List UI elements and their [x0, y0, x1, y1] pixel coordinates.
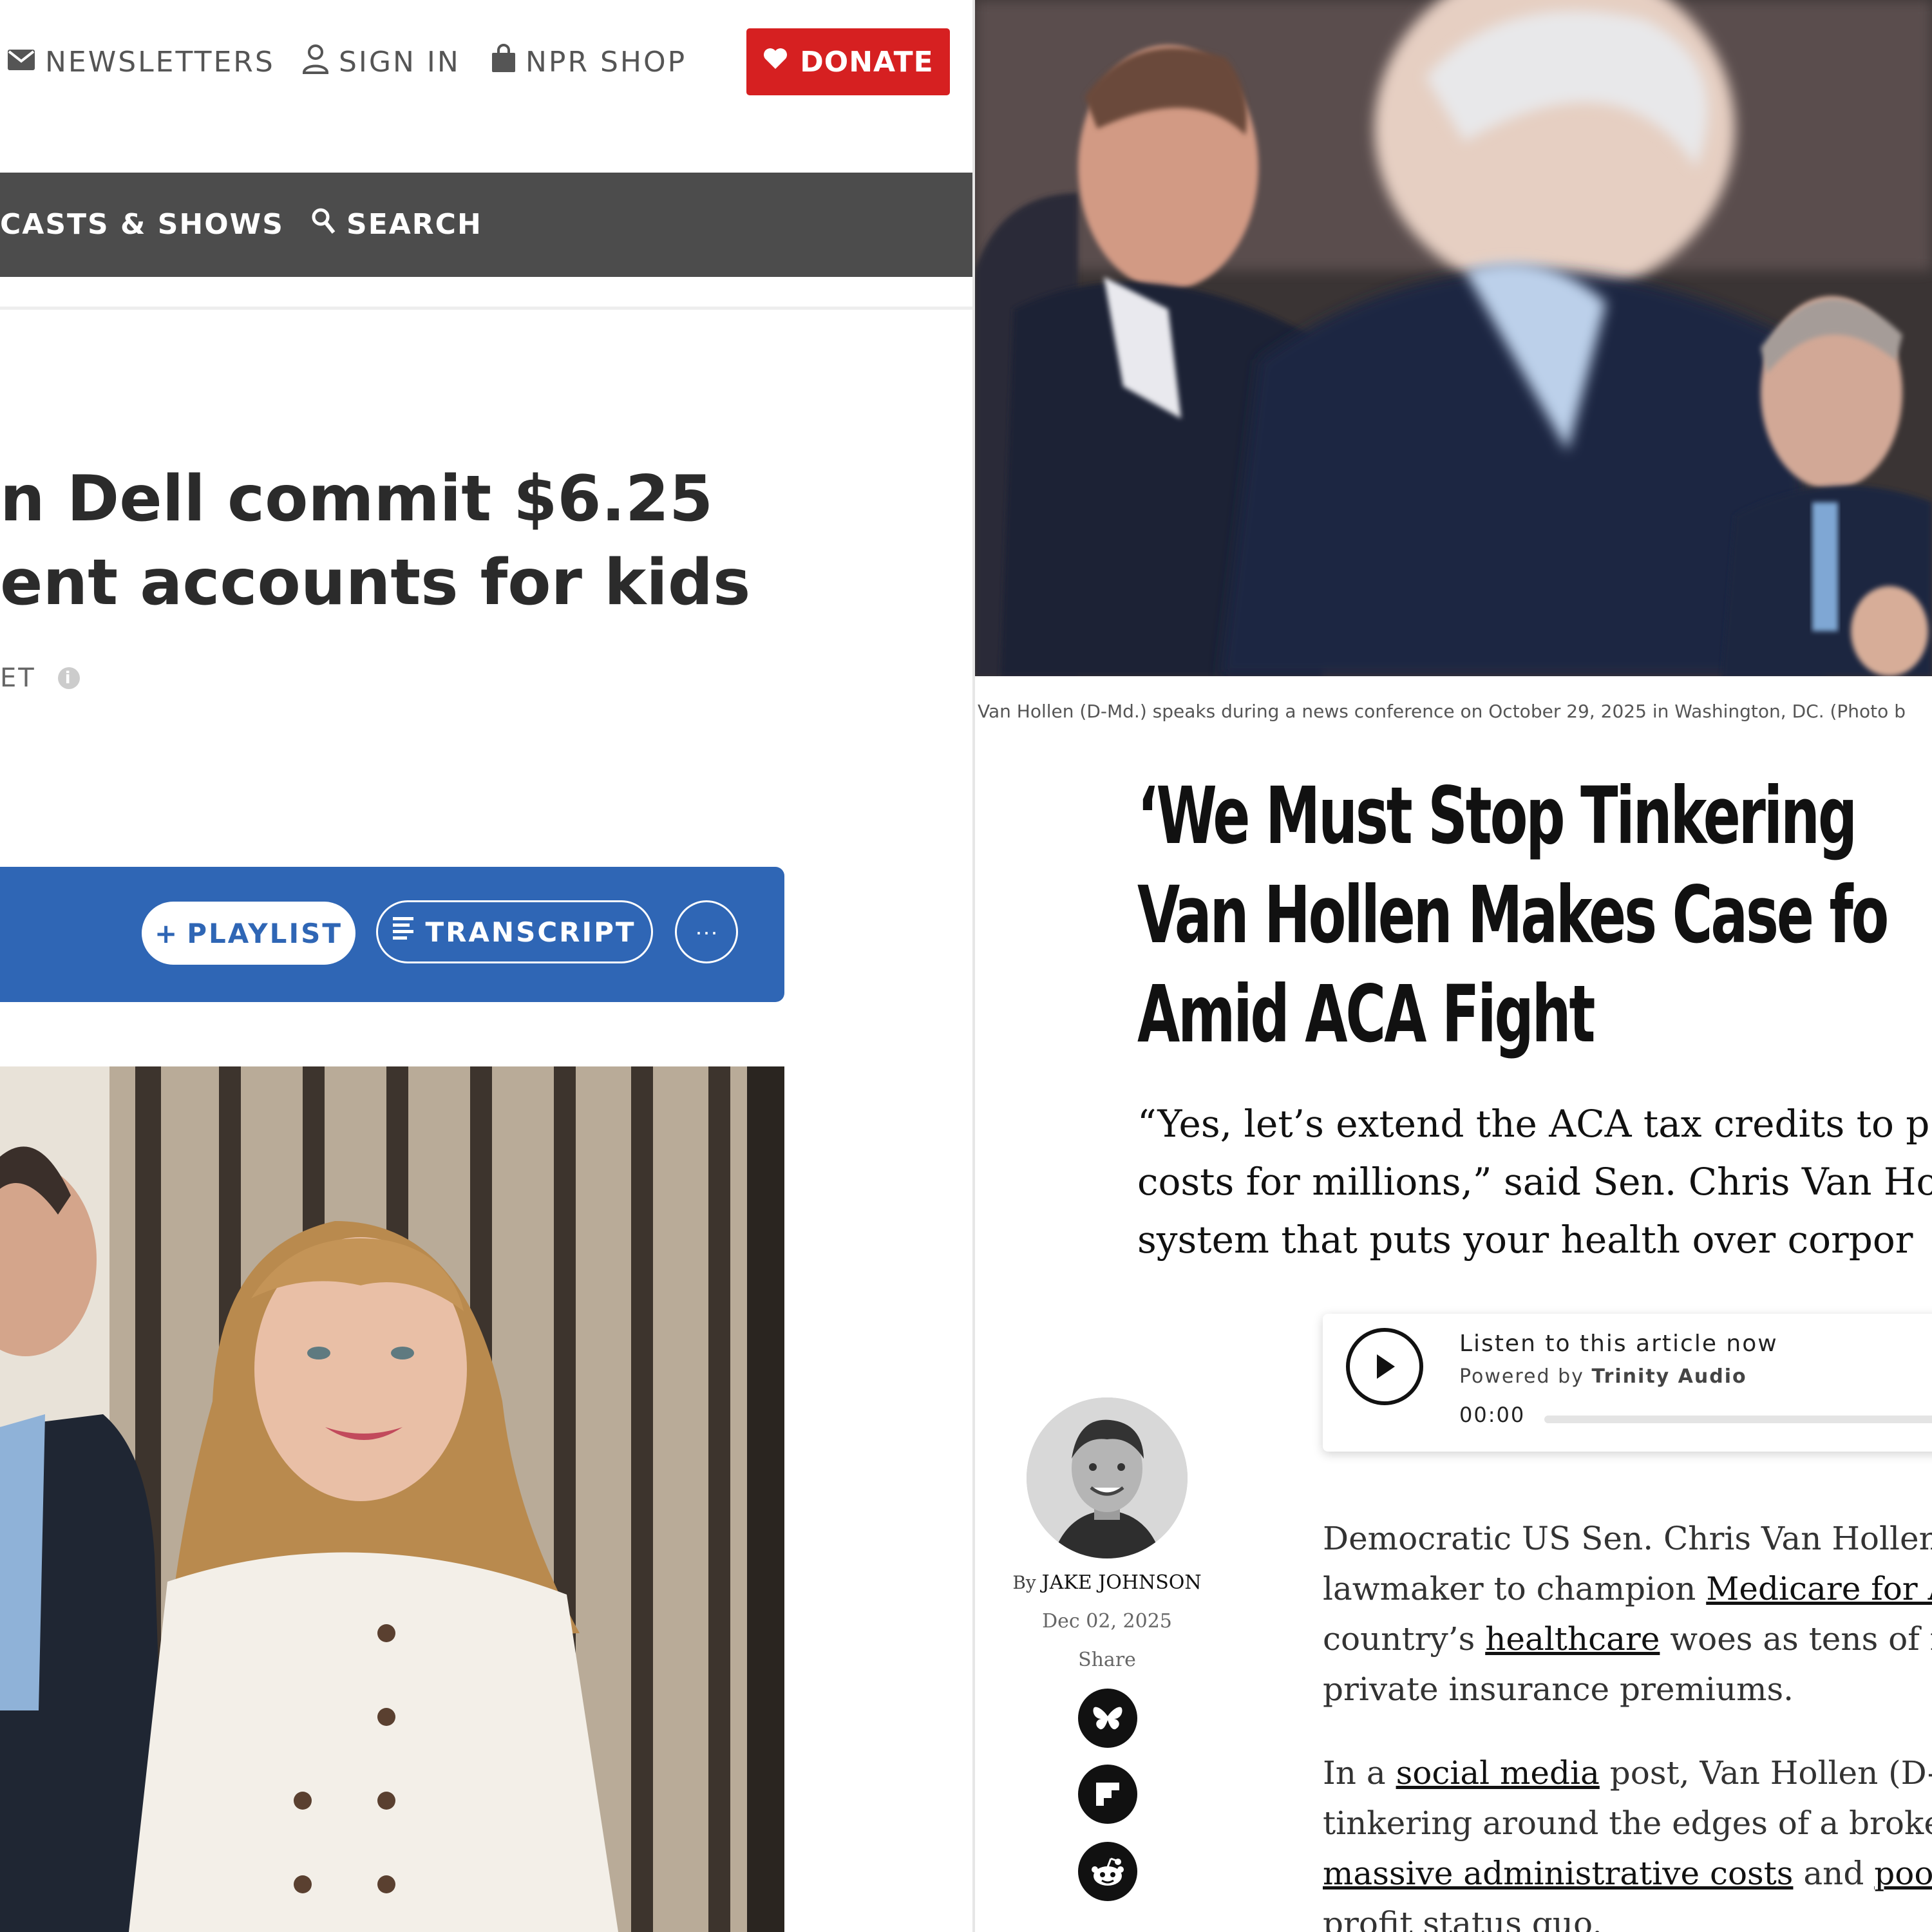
flipboard-icon: [1096, 1783, 1119, 1806]
playlist-label: PLAYLIST: [187, 917, 343, 949]
body-paragraph-1: Democratic US Sen. Chris Van Hollen or l…: [1323, 1513, 1932, 1714]
add-to-playlist-button[interactable]: + PLAYLIST: [142, 902, 355, 965]
commondreams-article-headline: ‘We Must Stop Tinkering Van Hollen Makes…: [1137, 766, 1889, 1064]
social-media-link[interactable]: social media: [1396, 1754, 1600, 1792]
npr-dateline: ET i: [0, 663, 80, 693]
byline: By JAKE JOHNSON: [975, 1571, 1239, 1594]
heart-icon: [762, 47, 788, 77]
publish-date: Dec 02, 2025: [1042, 1610, 1172, 1633]
nav-search-label: SEARCH: [346, 207, 482, 241]
envelope-icon: [6, 46, 36, 79]
npr-browser-pane: NEWSLETTERS SIGN IN NPR SHOP DONATE CAST…: [0, 0, 972, 1932]
cd-headline-line-2: Van Hollen Makes Case fo: [1137, 869, 1889, 961]
dek-line-1: “Yes, let’s extend the ACA tax credits t…: [1137, 1102, 1930, 1146]
dek-line-2: costs for millions,” said Sen. Chris Van…: [1137, 1160, 1932, 1204]
elapsed-time: 00:00: [1459, 1403, 1526, 1427]
article-dek: “Yes, let’s extend the ACA tax credits t…: [1137, 1095, 1932, 1269]
ellipsis-icon: ···: [695, 918, 718, 945]
nav-search[interactable]: SEARCH: [310, 205, 482, 243]
transcript-button[interactable]: TRANSCRIPT: [376, 900, 653, 963]
audio-player-widget: Listen to this article now Powered by Tr…: [1323, 1314, 1932, 1452]
npr-article-headline: n Dell commit $6.25 ent accounts for kid…: [0, 457, 902, 625]
nav-podcasts-label: CASTS & SHOWS: [0, 207, 284, 241]
body-paragraph-2: In a social media post, Van Hollen (D-Md…: [1323, 1748, 1932, 1932]
headline-line-2: ent accounts for kids: [0, 546, 751, 620]
article-body: Democratic US Sen. Chris Van Hollen or l…: [1323, 1513, 1932, 1932]
user-icon: [301, 43, 330, 81]
powered-by-brand[interactable]: Trinity Audio: [1591, 1365, 1747, 1388]
audio-progress-track[interactable]: [1544, 1416, 1932, 1423]
more-options-button[interactable]: ···: [675, 900, 738, 963]
p2-line-2: tinkering around the edges of a broken h: [1323, 1804, 1932, 1842]
listen-title: Listen to this article now: [1459, 1331, 1778, 1357]
bluesky-share-button[interactable]: [1078, 1689, 1137, 1748]
transcript-label: TRANSCRIPT: [425, 916, 636, 948]
commondreams-hero-photo: [975, 0, 1932, 676]
p2-line-4: profit status quo.: [1323, 1905, 1603, 1932]
bluesky-icon: [1093, 1707, 1122, 1730]
powered-by-text: Powered by Trinity Audio: [1459, 1365, 1747, 1388]
cd-headline-line-3: Amid ACA Fight: [1137, 969, 1595, 1060]
powered-by-prefix: Powered by: [1459, 1365, 1584, 1388]
newsletters-label: NEWSLETTERS: [45, 45, 275, 79]
headline-line-1: n Dell commit $6.25: [0, 462, 714, 536]
healthcare-link[interactable]: healthcare: [1485, 1620, 1660, 1658]
sign-in-label: SIGN IN: [339, 45, 460, 79]
nav-podcasts-shows[interactable]: CASTS & SHOWS: [0, 205, 284, 243]
p1-line-2-pre: lawmaker to champion: [1323, 1570, 1707, 1607]
p2-line-1-post: post, Van Hollen (D-Md: [1609, 1754, 1932, 1792]
photo-caption: Van Hollen (D-Md.) speaks during a news …: [978, 701, 1906, 722]
transcript-lines-icon: [393, 916, 414, 948]
author-name[interactable]: JAKE JOHNSON: [1042, 1571, 1202, 1594]
npr-utility-bar: NEWSLETTERS SIGN IN NPR SHOP DONATE: [0, 0, 972, 173]
npr-shop-label: NPR SHOP: [526, 45, 687, 79]
p1-line-1: Democratic US Sen. Chris Van Hollen or: [1323, 1520, 1932, 1557]
medicare-for-all-link[interactable]: Medicare for All: [1706, 1570, 1932, 1607]
commondreams-browser-pane: Van Hollen (D-Md.) speaks during a news …: [975, 0, 1932, 1932]
reddit-share-button[interactable]: [1078, 1842, 1137, 1901]
dateline-text: ET: [0, 663, 36, 693]
npr-audio-bar: + PLAYLIST TRANSCRIPT ···: [0, 867, 784, 1002]
play-icon: [1377, 1354, 1395, 1379]
p2-line-3-mid: and: [1793, 1855, 1875, 1892]
administrative-costs-link[interactable]: massive administrative costs: [1323, 1855, 1793, 1892]
shopping-bag-icon: [491, 43, 516, 80]
p1-line-4: private insurance premiums.: [1323, 1671, 1794, 1708]
byline-prefix: By: [1012, 1572, 1036, 1593]
play-button[interactable]: [1346, 1328, 1423, 1405]
p2-line-1-pre: In a: [1323, 1754, 1396, 1792]
plus-icon: +: [155, 917, 180, 949]
newsletters-link[interactable]: NEWSLETTERS: [6, 43, 275, 81]
search-icon: [310, 207, 336, 242]
dek-line-3: system that puts your health over corpor: [1137, 1218, 1913, 1262]
p1-line-3-pre: country’s: [1323, 1620, 1486, 1658]
flipboard-share-button[interactable]: [1078, 1765, 1137, 1824]
sign-in-link[interactable]: SIGN IN: [301, 43, 460, 81]
npr-article-photo: [0, 1066, 784, 1932]
donate-label: DONATE: [800, 45, 934, 79]
info-icon[interactable]: i: [57, 667, 80, 689]
npr-shop-link[interactable]: NPR SHOP: [491, 43, 687, 81]
poor-health-link[interactable]: poor h: [1874, 1855, 1932, 1892]
share-label: Share: [1078, 1649, 1136, 1671]
p1-line-3-post: woes as tens of mil: [1670, 1620, 1932, 1658]
npr-main-nav: CASTS & SHOWS SEARCH: [0, 173, 972, 277]
donate-button[interactable]: DONATE: [746, 28, 950, 95]
author-avatar[interactable]: [1027, 1397, 1188, 1558]
cd-headline-line-1: ‘We Must Stop Tinkering: [1137, 770, 1857, 862]
nav-divider: [0, 307, 972, 310]
reddit-icon: [1092, 1857, 1124, 1886]
